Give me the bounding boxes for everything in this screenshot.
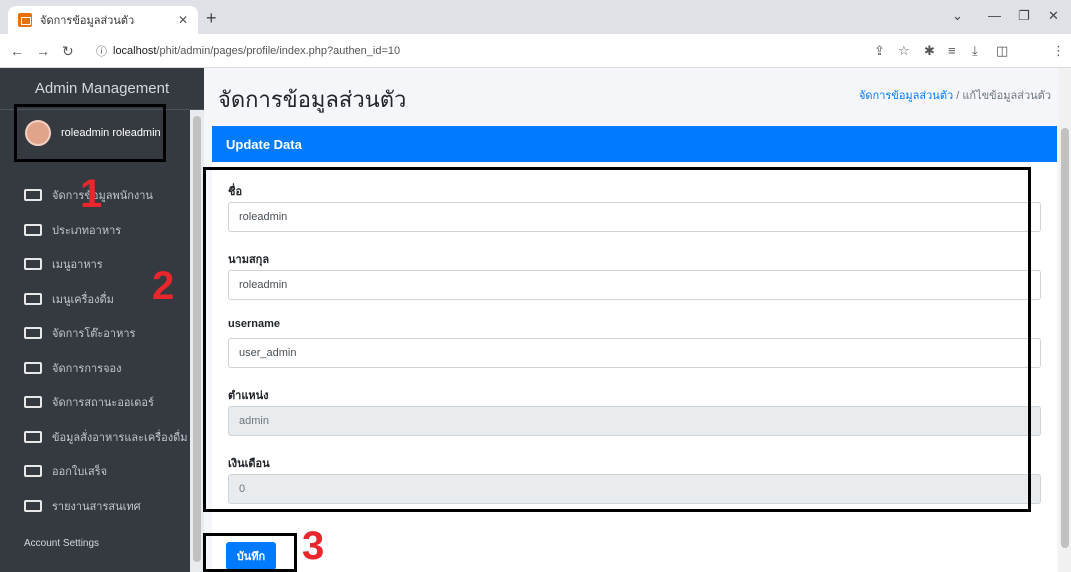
favicon-icon <box>18 13 32 27</box>
page-title: จัดการข้อมูลส่วนตัว <box>218 87 407 112</box>
sidebar-item-label: จัดการสถานะออเดอร์ <box>52 397 154 410</box>
minimize-icon[interactable]: — <box>988 8 1001 23</box>
side-panel-icon[interactable]: ◫ <box>996 43 1008 59</box>
card-title: Update Data <box>212 126 1057 162</box>
browser-tab[interactable]: จัดการข้อมูลส่วนตัว ✕ <box>8 6 198 34</box>
monitor-icon <box>24 465 42 478</box>
browser-tab-strip: จัดการข้อมูลส่วนตัว ✕ + ⌄ — ❐ ✕ <box>0 0 1071 34</box>
sidebar-item-order-status[interactable]: จัดการสถานะออเดอร์ <box>0 385 190 420</box>
monitor-icon <box>24 258 42 271</box>
sidebar-item-label: จัดการข้อมูลพนักงาน <box>52 190 153 203</box>
monitor-icon <box>24 292 42 305</box>
monitor-icon <box>24 361 42 374</box>
sidebar-menu: จัดการข้อมูลพนักงาน ประเภทอาหาร เมนูอาหา… <box>0 178 190 523</box>
sidebar-item-label: ประเภทอาหาร <box>52 224 122 237</box>
sidebar-item-orders[interactable]: ข้อมูลสั่งอาหารและเครื่องดื่ม <box>0 420 190 455</box>
url-host: localhost <box>113 45 157 57</box>
monitor-icon <box>24 396 42 409</box>
tab-title: จัดการข้อมูลส่วนตัว <box>40 15 135 27</box>
main-scrollbar-thumb[interactable] <box>1061 128 1069 548</box>
sidebar-item-label: เมนูอาหาร <box>52 259 103 272</box>
extension-icon[interactable]: ✱ <box>924 43 935 59</box>
sidebar-item-label: เมนูเครื่องดื่ม <box>52 293 114 306</box>
sidebar-item-receipts[interactable]: ออกใบเสร็จ <box>0 454 190 489</box>
sidebar-item-tables[interactable]: จัดการโต๊ะอาหาร <box>0 316 190 351</box>
annotation-box-form <box>203 167 1031 512</box>
annotation-number-1: 1 <box>80 172 103 216</box>
sidebar-item-label: ออกใบเสร็จ <box>52 466 108 479</box>
monitor-icon <box>24 223 42 236</box>
breadcrumb-link[interactable]: จัดการข้อมูลส่วนตัว <box>859 90 953 102</box>
monitor-icon <box>24 430 42 443</box>
account-settings-header: Account Settings <box>24 538 100 549</box>
close-tab-icon[interactable]: ✕ <box>178 13 188 27</box>
url-field[interactable]: ⓘ localhost /phit/admin/pages/profile/in… <box>96 41 856 61</box>
breadcrumb-separator: / <box>956 90 960 102</box>
tab-search-icon[interactable]: ⌄ <box>952 8 963 24</box>
annotation-box-user <box>14 104 166 162</box>
browser-menu-icon[interactable]: ⋮ <box>1052 43 1065 59</box>
back-icon[interactable]: ← <box>10 43 24 59</box>
url-path: /phit/admin/pages/profile/index.php?auth… <box>156 45 401 57</box>
download-icon[interactable]: ⤓ <box>972 43 978 59</box>
share-icon[interactable]: ⇪ <box>874 43 885 59</box>
close-window-icon[interactable]: ✕ <box>1048 8 1059 24</box>
annotation-number-3: 3 <box>302 524 325 568</box>
new-tab-icon[interactable]: + <box>206 8 217 29</box>
monitor-icon <box>24 499 42 512</box>
annotation-box-save <box>203 533 297 572</box>
forward-icon[interactable]: → <box>36 43 50 59</box>
reading-list-icon[interactable]: ≡ <box>948 43 956 58</box>
sidebar-item-label: จัดการการจอง <box>52 362 122 375</box>
sidebar-item-reports[interactable]: รายงานสารสนเทศ <box>0 489 190 524</box>
main-scrollbar[interactable] <box>1059 68 1071 572</box>
info-icon[interactable]: ⓘ <box>96 43 107 59</box>
sidebar-item-label: ข้อมูลสั่งอาหารและเครื่องดื่ม <box>52 431 188 444</box>
sidebar-scrollbar-thumb[interactable] <box>193 116 201 562</box>
sidebar-item-food-types[interactable]: ประเภทอาหาร <box>0 213 190 248</box>
breadcrumb: จัดการข้อมูลส่วนตัว / แก้ไขข้อมูลส่วนตัว <box>859 86 1051 104</box>
sidebar-scrollbar[interactable] <box>190 110 204 572</box>
bookmark-star-icon[interactable]: ☆ <box>898 43 910 59</box>
monitor-icon <box>24 327 42 340</box>
restore-icon[interactable]: ❐ <box>1018 8 1030 24</box>
users-icon <box>24 189 42 202</box>
sidebar-item-label: รายงานสารสนเทศ <box>52 500 141 513</box>
sidebar-item-reservations[interactable]: จัดการการจอง <box>0 351 190 386</box>
reload-icon[interactable]: ↻ <box>62 43 74 60</box>
breadcrumb-current: แก้ไขข้อมูลส่วนตัว <box>962 90 1051 102</box>
address-bar: ← → ↻ ⓘ localhost /phit/admin/pages/prof… <box>0 34 1071 92</box>
annotation-number-2: 2 <box>152 264 175 308</box>
sidebar-item-label: จัดการโต๊ะอาหาร <box>52 328 136 341</box>
